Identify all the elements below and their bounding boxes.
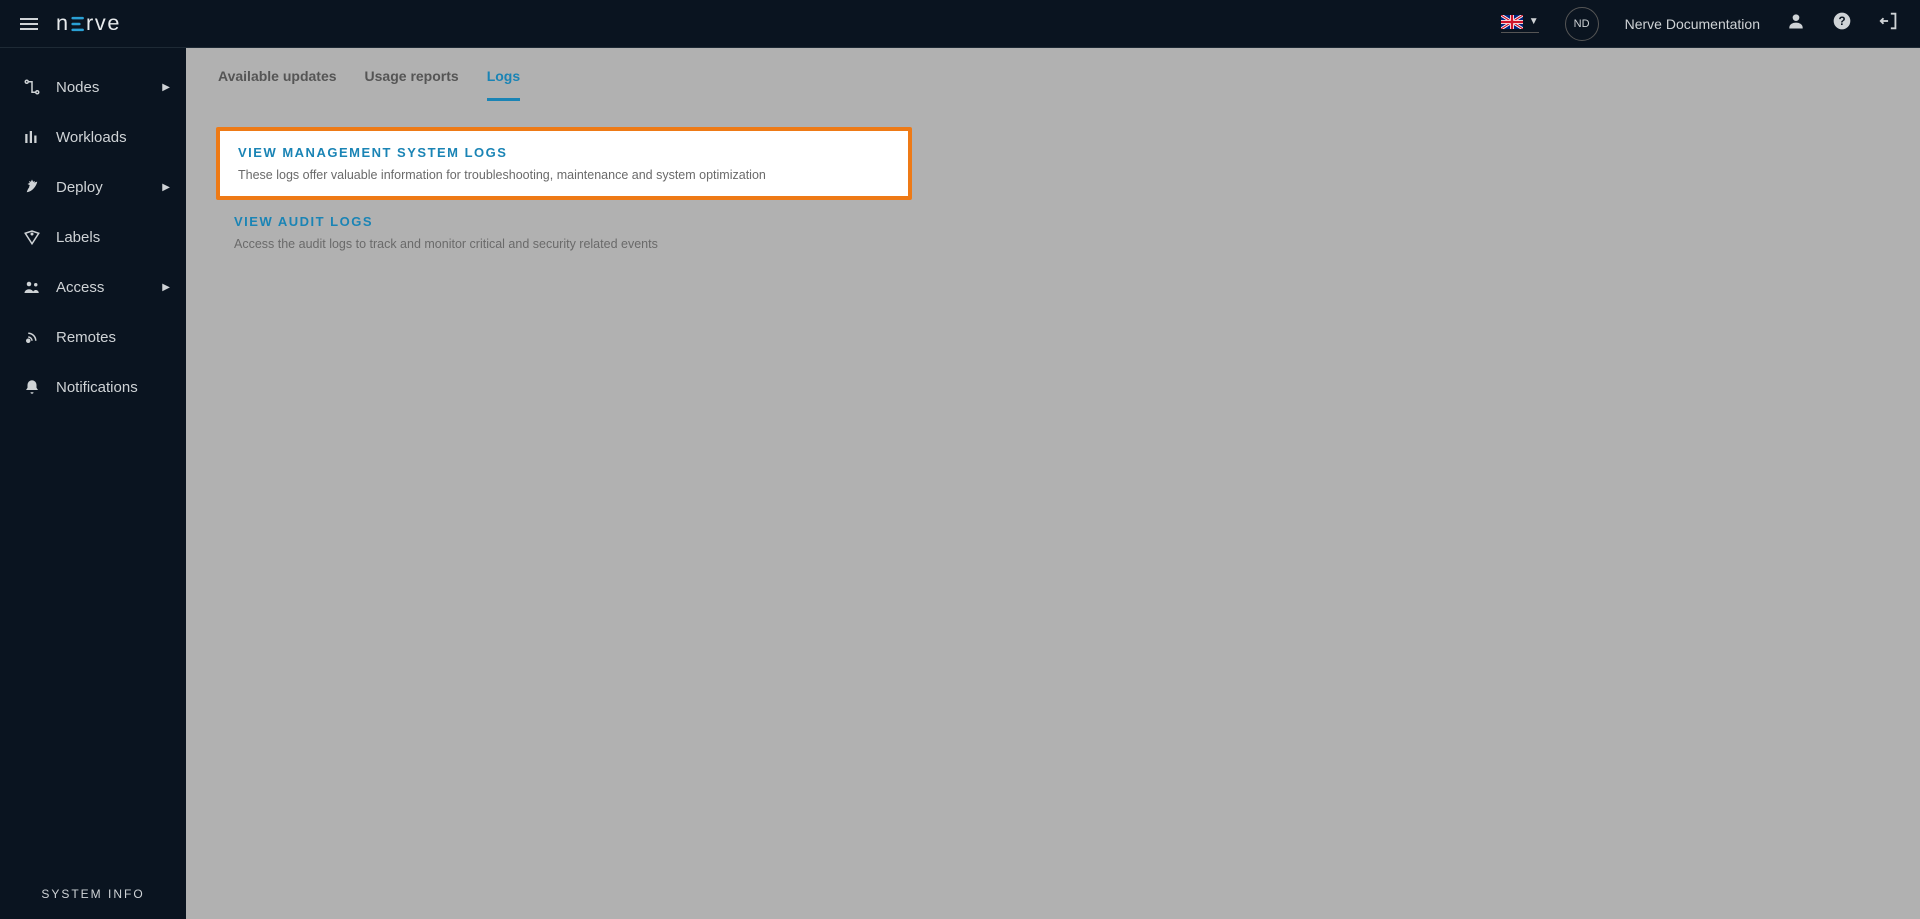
documentation-link[interactable]: Nerve Documentation [1625,16,1760,32]
log-card-description: These logs offer valuable information fo… [238,168,890,182]
tab-logs[interactable]: Logs [487,68,520,101]
sidebar-item-label: Deploy [56,179,103,196]
workloads-icon [22,128,42,146]
sidebar: Nodes ▶ Workloads Deploy [0,48,186,919]
sidebar-item-label: Workloads [56,129,127,146]
sidebar-item-remotes[interactable]: Remotes [0,312,186,362]
menu-toggle-icon[interactable] [20,18,38,30]
sidebar-item-notifications[interactable]: Notifications [0,362,186,412]
chevron-right-icon: ▶ [162,82,170,93]
sidebar-item-label: Notifications [56,379,138,396]
flag-uk-icon [1501,15,1523,29]
chevron-down-icon: ▼ [1529,16,1539,27]
sidebar-item-nodes[interactable]: Nodes ▶ [0,62,186,112]
sidebar-item-label: Nodes [56,79,99,96]
topbar: n rve ▼ ND Nerve Documentation [0,0,1920,48]
log-card-title: VIEW MANAGEMENT SYSTEM LOGS [238,145,890,160]
avatar-initials: ND [1574,18,1590,30]
topbar-left: n rve [20,9,156,39]
log-card-description: Access the audit logs to track and monit… [234,237,894,251]
bell-icon [22,378,42,396]
sidebar-item-label: Access [56,279,104,296]
chevron-right-icon: ▶ [162,182,170,193]
tab-available-updates[interactable]: Available updates [218,68,337,101]
sidebar-item-label: Remotes [56,329,116,346]
svg-text:n: n [56,9,70,34]
sidebar-item-label: Labels [56,229,100,246]
log-card-audit[interactable]: VIEW AUDIT LOGS Access the audit logs to… [216,200,912,265]
remotes-icon [22,328,42,346]
log-card-title: VIEW AUDIT LOGS [234,214,894,229]
main-content: Available updates Usage reports Logs VIE… [186,48,1920,919]
svg-text:?: ? [1838,15,1845,28]
language-selector[interactable]: ▼ [1501,15,1539,33]
chevron-right-icon: ▶ [162,282,170,293]
access-icon [22,278,42,296]
logout-icon[interactable] [1878,10,1900,37]
brand-logo[interactable]: n rve [56,9,156,39]
sidebar-item-deploy[interactable]: Deploy ▶ [0,162,186,212]
avatar[interactable]: ND [1565,7,1599,41]
help-icon[interactable]: ? [1832,11,1852,36]
deploy-icon [22,178,42,196]
sidebar-nav: Nodes ▶ Workloads Deploy [0,62,186,412]
nodes-icon [22,78,42,96]
sidebar-item-labels[interactable]: Labels [0,212,186,262]
system-info-link[interactable]: SYSTEM INFO [0,869,186,919]
topbar-right: ▼ ND Nerve Documentation ? [1501,7,1900,41]
labels-icon [22,228,42,246]
shell: Nodes ▶ Workloads Deploy [0,48,1920,919]
sidebar-item-workloads[interactable]: Workloads [0,112,186,162]
user-icon[interactable] [1786,11,1806,36]
logs-section: VIEW MANAGEMENT SYSTEM LOGS These logs o… [216,127,1890,265]
log-card-management-system[interactable]: VIEW MANAGEMENT SYSTEM LOGS These logs o… [216,127,912,200]
tab-bar: Available updates Usage reports Logs [186,48,1920,101]
svg-text:rve: rve [86,9,121,34]
sidebar-item-access[interactable]: Access ▶ [0,262,186,312]
tab-usage-reports[interactable]: Usage reports [365,68,459,101]
